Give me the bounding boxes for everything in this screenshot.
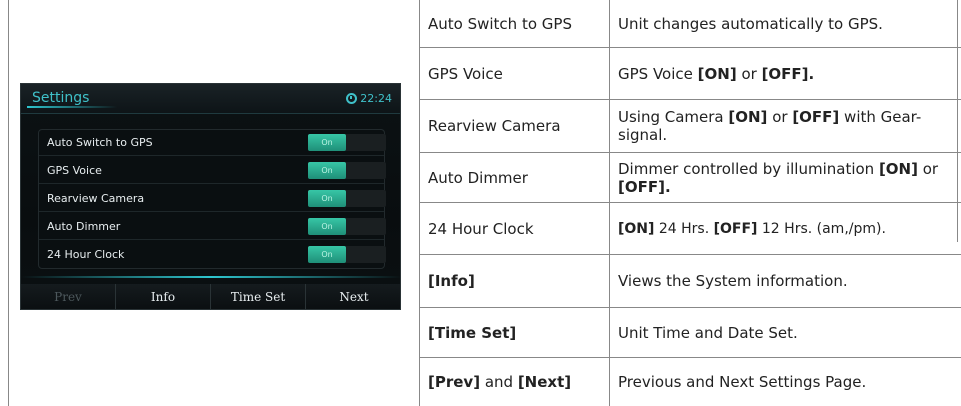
- toggle-state: On: [308, 190, 346, 207]
- table-right-border: [957, 0, 958, 242]
- screen-header: Settings 22:24: [21, 84, 400, 114]
- screen-footer: Prev Info Time Set Next: [21, 284, 400, 309]
- table-row: [Info] Views the System information.: [420, 255, 961, 308]
- setting-name: Auto Dimmer: [428, 168, 528, 187]
- setting-description: Unit changes automatically to GPS.: [618, 14, 883, 33]
- time-set-button[interactable]: Time Set: [211, 284, 306, 309]
- toggle-state: On: [308, 246, 346, 263]
- setting-description: [ON] 24 Hrs. [OFF] 12 Hrs. (am,/pm).: [618, 220, 886, 237]
- prev-button[interactable]: Prev: [21, 284, 116, 309]
- setting-description: Dimmer controlled by illumination [ON] o…: [618, 159, 939, 196]
- next-button[interactable]: Next: [306, 284, 400, 309]
- setting-label: Auto Dimmer: [47, 220, 121, 233]
- settings-row-rearview-camera[interactable]: Rearview Camera On: [39, 186, 386, 212]
- settings-row-auto-dimmer[interactable]: Auto Dimmer On: [39, 214, 386, 240]
- setting-description: Unit Time and Date Set.: [618, 323, 798, 342]
- info-button[interactable]: Info: [116, 284, 211, 309]
- settings-screen: Settings 22:24 Auto Switch to GPS On GPS…: [20, 83, 401, 310]
- setting-name: 24 Hour Clock: [428, 219, 534, 238]
- clock-time: 22:24: [360, 92, 392, 105]
- screen-title: Settings: [32, 90, 90, 106]
- footer-divider: [21, 276, 400, 278]
- toggle-state: On: [308, 134, 346, 151]
- clock-icon: [346, 93, 358, 104]
- setting-label: Rearview Camera: [47, 192, 145, 205]
- setting-label: 24 Hour Clock: [47, 248, 125, 261]
- setting-label: Auto Switch to GPS: [47, 136, 153, 149]
- setting-name: [Prev] and [Next]: [428, 373, 572, 391]
- setting-description: Views the System information.: [618, 272, 848, 290]
- setting-description: GPS Voice [ON] or [OFF].: [618, 64, 815, 83]
- toggle-state: On: [308, 162, 346, 179]
- setting-label: GPS Voice: [47, 164, 102, 177]
- setting-name: Auto Switch to GPS: [428, 14, 572, 33]
- gps-voice-toggle[interactable]: On: [308, 162, 386, 179]
- toggle-state: On: [308, 218, 346, 235]
- 24-hour-clock-toggle[interactable]: On: [308, 246, 386, 263]
- setting-name: GPS Voice: [428, 64, 503, 83]
- table-row: 24 Hour Clock [ON] 24 Hrs. [OFF] 12 Hrs.…: [420, 203, 961, 255]
- table-row: [Prev] and [Next] Previous and Next Sett…: [420, 358, 961, 406]
- settings-description-table: Auto Switch to GPS Unit changes automati…: [420, 0, 961, 406]
- setting-name: [Info]: [428, 272, 475, 290]
- setting-description: Previous and Next Settings Page.: [618, 373, 867, 391]
- auto-dimmer-toggle[interactable]: On: [308, 218, 386, 235]
- settings-row-24-hour-clock[interactable]: 24 Hour Clock On: [39, 242, 386, 268]
- settings-list: Auto Switch to GPS On GPS Voice On Rearv…: [38, 129, 386, 269]
- clock: 22:24: [346, 92, 392, 105]
- settings-row-auto-switch-gps[interactable]: Auto Switch to GPS On: [39, 130, 386, 156]
- title-underline: [27, 106, 117, 108]
- table-row: Rearview Camera Using Camera [ON] or [OF…: [420, 100, 961, 153]
- column-divider: [609, 0, 610, 406]
- table-row: [Time Set] Unit Time and Date Set.: [420, 308, 961, 358]
- setting-name: Rearview Camera: [428, 117, 561, 135]
- rearview-camera-toggle[interactable]: On: [308, 190, 386, 207]
- table-row: Auto Switch to GPS Unit changes automati…: [420, 0, 961, 48]
- setting-description: Using Camera [ON] or [OFF] with Gear-sig…: [618, 108, 922, 144]
- setting-name: [Time Set]: [428, 323, 517, 342]
- table-row: Auto Dimmer Dimmer controlled by illumin…: [420, 153, 961, 203]
- settings-row-gps-voice[interactable]: GPS Voice On: [39, 158, 386, 184]
- auto-switch-gps-toggle[interactable]: On: [308, 134, 386, 151]
- table-row: GPS Voice GPS Voice [ON] or [OFF].: [420, 48, 961, 100]
